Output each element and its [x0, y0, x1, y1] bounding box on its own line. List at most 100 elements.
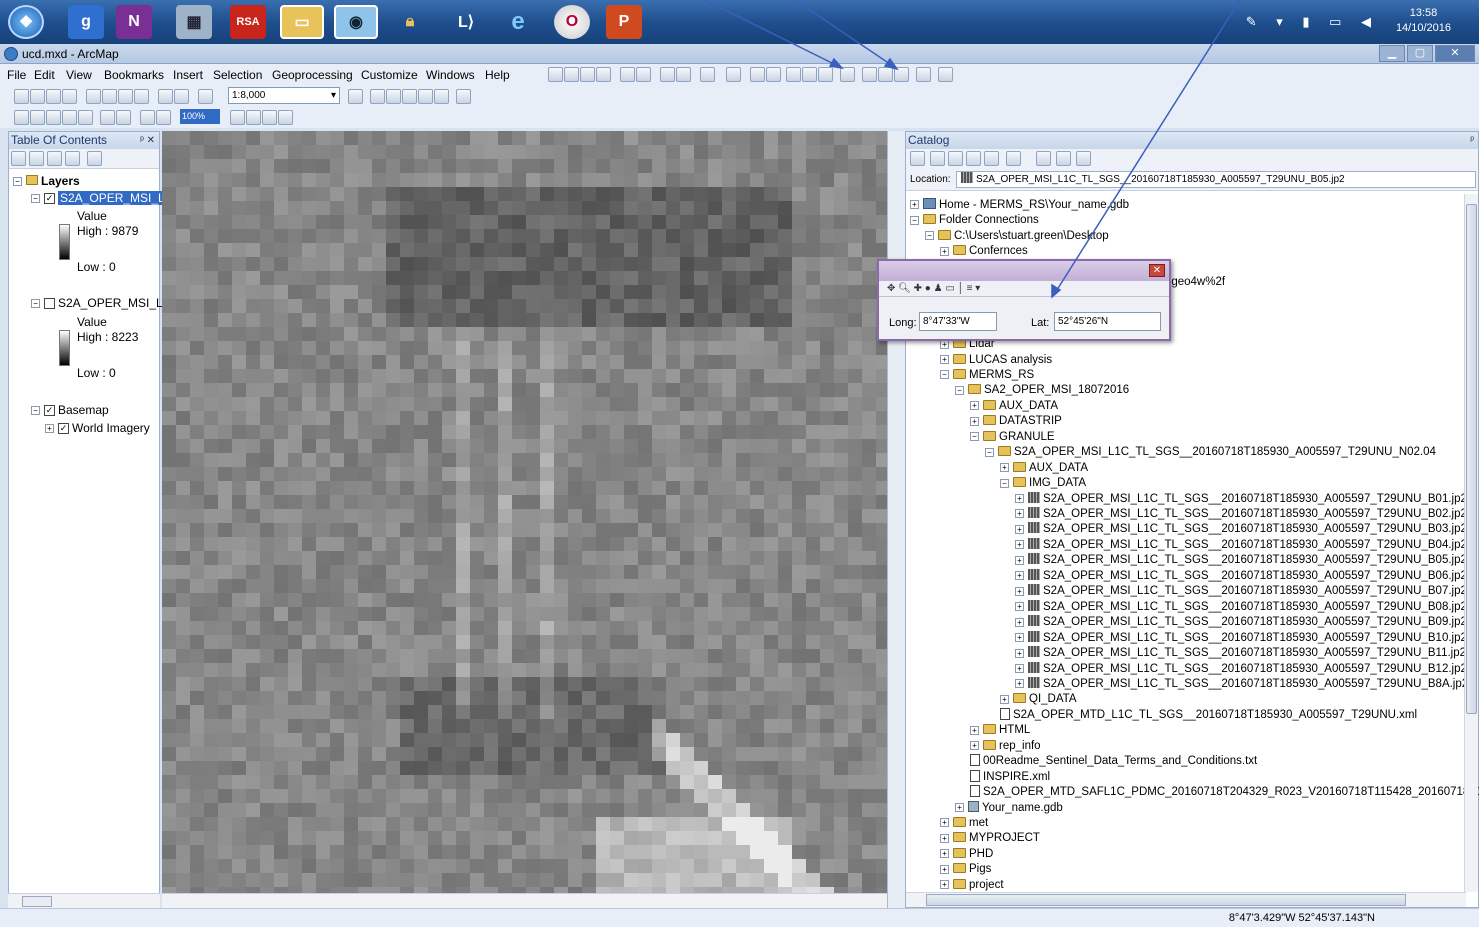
zoom-in-icon[interactable] [548, 67, 563, 82]
catalog-pin-icon[interactable]: ᵖ [1470, 132, 1474, 149]
list-by-visibility-icon[interactable] [47, 151, 62, 166]
catalog-tree-item[interactable]: + S2A_OPER_MSI_L1C_TL_SGS__20160718T18593… [1015, 599, 1467, 615]
model-builder-icon[interactable] [456, 89, 471, 104]
measure-icon[interactable] [840, 67, 855, 82]
arctoolbox-icon[interactable] [418, 89, 433, 104]
pan-icon[interactable] [580, 67, 595, 82]
collapse-icon[interactable]: − [31, 406, 40, 416]
layer-visibility-checkbox[interactable]: ✓ [44, 405, 55, 417]
fixed-zoom-in-icon[interactable] [620, 67, 635, 82]
collapse-icon[interactable]: − [31, 299, 40, 309]
fixed-zoom-out-icon[interactable] [636, 67, 651, 82]
catalog-tree-item[interactable]: + S2A_OPER_MSI_L1C_TL_SGS__20160718T18593… [1015, 537, 1467, 553]
back-extent-icon[interactable] [660, 67, 675, 82]
html-popup-icon[interactable] [818, 67, 833, 82]
expand-icon[interactable]: + [910, 200, 919, 210]
effects-icon[interactable] [116, 110, 131, 125]
catalog-tree-item[interactable]: + S2A_OPER_MSI_L1C_TL_SGS__20160718T18593… [1015, 522, 1467, 537]
expand-icon[interactable]: + [1015, 617, 1024, 627]
catalog-tree-item[interactable]: INSPIRE.xml [970, 769, 1050, 785]
stretch-icon[interactable] [100, 110, 115, 125]
catalog-tree-item[interactable]: + rep_info [970, 739, 1041, 754]
menu-bookmarks[interactable]: Bookmarks [104, 68, 164, 82]
expand-icon[interactable]: + [970, 416, 979, 426]
catalog-tree-item[interactable]: + S2A_OPER_MSI_L1C_TL_SGS__20160718T18593… [1015, 676, 1468, 692]
collapse-icon[interactable]: − [970, 432, 979, 442]
catalog-tree-item[interactable]: − C:\Users\stuart.green\Desktop [925, 229, 1109, 244]
toc-pin-close-icon[interactable]: ᵖ ✕ [140, 132, 155, 149]
expand-icon[interactable]: + [1000, 694, 1009, 704]
expand-icon[interactable]: + [45, 424, 54, 434]
catalog-tree-item[interactable]: 00Readme_Sentinel_Data_Terms_and_Conditi… [970, 754, 1257, 769]
collapse-icon[interactable]: − [940, 370, 949, 380]
expand-icon[interactable]: + [1000, 463, 1009, 473]
catalog-tree-item[interactable]: + S2A_OPER_MSI_L1C_TL_SGS__20160718T18593… [1015, 553, 1467, 568]
list-by-selection-icon[interactable] [65, 151, 80, 166]
options-icon[interactable] [87, 151, 102, 166]
map-scale-combo[interactable]: 1:8,000 [228, 87, 340, 104]
catalog-tree-item[interactable]: + S2A_OPER_MSI_L1C_TL_SGS__20160718T18593… [1015, 615, 1467, 630]
toc-layer-1[interactable]: − ✓ S2A_OPER_MSI_L1C [31, 191, 183, 205]
collapse-icon[interactable]: − [985, 447, 994, 457]
search-window-icon[interactable] [402, 89, 417, 104]
toc-basemap[interactable]: − ✓ Basemap [31, 403, 109, 417]
catalog-tree-item[interactable]: − MERMS_RS [940, 368, 1034, 383]
scroll-thumb[interactable] [1466, 204, 1477, 714]
catalog-tree-item[interactable]: + Your_name.gdb [955, 800, 1063, 816]
collapse-icon[interactable]: − [910, 215, 919, 225]
connect-folder-icon[interactable] [984, 151, 999, 166]
catalog-tree-item[interactable]: + QI_DATA [1000, 692, 1077, 707]
python-window-icon[interactable] [434, 89, 449, 104]
collapse-icon[interactable]: − [31, 194, 40, 204]
layer-visibility-checkbox[interactable]: ✓ [44, 193, 55, 205]
list-by-source-icon[interactable] [29, 151, 44, 166]
catalog-tree-item[interactable]: S2A_OPER_MTD_SAFL1C_PDMC_20160718T204329… [970, 785, 1479, 800]
expand-icon[interactable]: + [1015, 540, 1024, 550]
menu-customize[interactable]: Customize [361, 68, 418, 82]
expand-icon[interactable]: + [1015, 555, 1024, 565]
expand-icon[interactable]: + [1015, 571, 1024, 581]
catalog-tree-item[interactable]: − SA2_OPER_MSI_18072016 [955, 383, 1129, 398]
catalog-tree-item[interactable]: − IMG_DATA [1000, 476, 1086, 491]
back-icon[interactable] [910, 151, 925, 166]
find-route-icon[interactable] [878, 67, 893, 82]
expand-icon[interactable]: + [1015, 679, 1024, 689]
catalog-tree-item[interactable]: − Folder Connections [910, 213, 1039, 228]
expand-icon[interactable]: + [970, 725, 979, 735]
catalog-tree-item[interactable]: + S2A_OPER_MSI_L1C_TL_SGS__20160718T18593… [1015, 584, 1467, 599]
expand-icon[interactable]: + [1015, 509, 1024, 519]
expand-icon[interactable]: + [1015, 633, 1024, 643]
expand-icon[interactable]: + [1015, 648, 1024, 658]
delete-icon[interactable] [134, 89, 149, 104]
toggle-contents-icon[interactable] [1056, 151, 1071, 166]
cut-icon[interactable] [86, 89, 101, 104]
toc-layer-2[interactable]: − S2A_OPER_MSI_L1C [31, 296, 178, 310]
dynamic-range-icon[interactable] [156, 110, 171, 125]
long-input[interactable]: 8°47'33"W [919, 312, 997, 331]
menu-file[interactable]: File [7, 68, 26, 82]
catalog-tree-item[interactable]: + DATASTRIP [970, 414, 1062, 429]
explorer-icon[interactable]: ▭ [280, 5, 324, 39]
scroll-thumb[interactable] [22, 896, 52, 907]
expand-icon[interactable]: + [940, 864, 949, 874]
catalog-tree-item[interactable]: + AUX_DATA [970, 399, 1058, 414]
toc-horizontal-scrollbar[interactable] [8, 893, 160, 908]
menu-windows[interactable]: Windows [426, 68, 475, 82]
catalog-tree-item[interactable]: + S2A_OPER_MSI_L1C_TL_SGS__20160718T18593… [1015, 491, 1467, 507]
undo-icon[interactable] [158, 89, 173, 104]
find-image-icon[interactable] [262, 110, 277, 125]
catalog-tree-item[interactable]: + Home - MERMS_RS\Your_name.gdb [910, 198, 1129, 213]
catalog-vertical-scrollbar[interactable] [1464, 194, 1478, 892]
expand-icon[interactable]: + [1015, 602, 1024, 612]
map-view[interactable] [162, 131, 887, 893]
print-image-icon[interactable] [278, 110, 293, 125]
expand-icon[interactable]: + [940, 246, 949, 256]
expand-icon[interactable]: + [970, 741, 979, 751]
redo-icon[interactable] [174, 89, 189, 104]
scroll-thumb[interactable] [926, 894, 1406, 906]
expand-icon[interactable]: + [940, 354, 949, 364]
collapse-icon[interactable]: − [955, 385, 964, 395]
print-icon[interactable] [62, 89, 77, 104]
up-one-level-icon[interactable] [948, 151, 963, 166]
zoom-percent-combo[interactable]: 100% [180, 109, 220, 124]
